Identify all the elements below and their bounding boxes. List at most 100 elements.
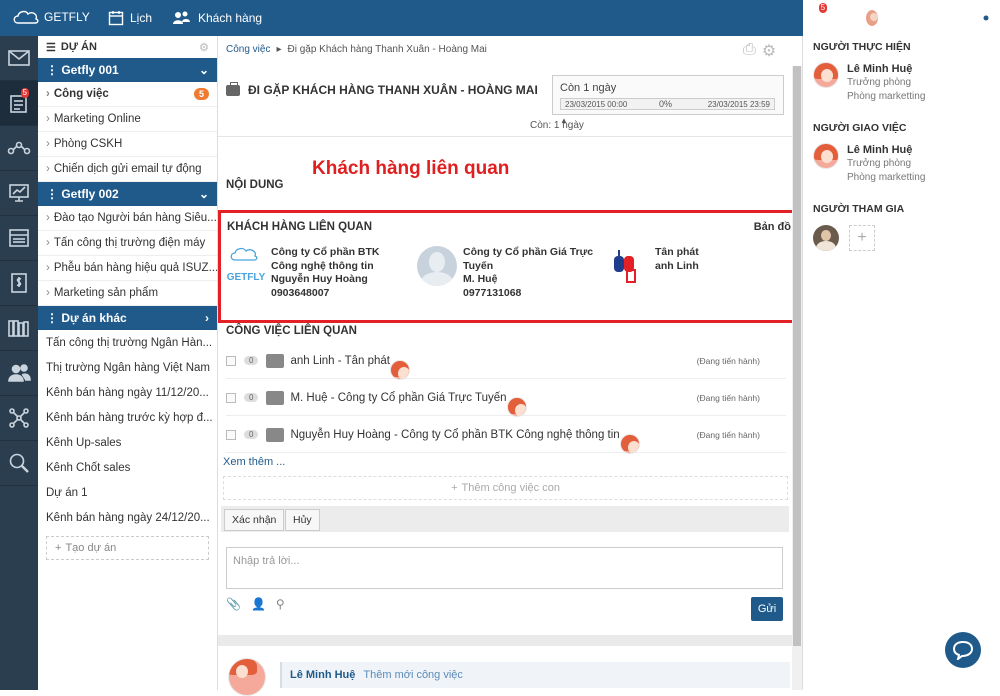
task-title-text: ĐI GẶP KHÁCH HÀNG THANH XUÂN - HOÀNG MAI — [248, 83, 538, 97]
see-more-link[interactable]: Xem thêm ... — [223, 456, 285, 468]
comment-count: 0 — [244, 393, 259, 402]
chat-button[interactable] — [831, 0, 859, 36]
rail-share[interactable] — [0, 396, 38, 441]
sidebar-item-other[interactable]: Kênh bán hàng ngày 11/12/20... — [38, 380, 217, 405]
person-name: Lê Minh Huệ — [847, 144, 913, 156]
customer-card[interactable]: GETFLY Công ty Cổ phần BTK Công nghệ thô… — [227, 246, 380, 300]
rail-presentation[interactable] — [0, 171, 38, 216]
sidebar-item-label: Công việc — [53, 88, 109, 100]
print-icon[interactable]: ⎙ — [743, 41, 756, 61]
breadcrumb-root[interactable]: Công việc — [226, 44, 270, 55]
briefcase-icon — [226, 81, 240, 96]
reply-tabs: Xác nhận Hủy — [221, 506, 789, 532]
calendar-icon — [108, 11, 124, 26]
add-participant-button[interactable]: + — [849, 225, 875, 251]
task-status: (Đang tiến hành) — [696, 355, 760, 366]
sidebar-group-getfly-002[interactable]: ⋮ Getfly 002 ⌄ — [38, 182, 217, 206]
rail-work[interactable]: 5 — [0, 81, 38, 126]
task-title[interactable]: M. Huệ - Công ty Cổ phần Giá Trực Tuyến — [290, 392, 506, 404]
help-icon: ? — [948, 8, 968, 28]
sidebar-item-cong-viec[interactable]: › Công việc 5 — [38, 82, 217, 107]
sidebar-group-getfly-001[interactable]: ⋮ Getfly 001 ⌄ — [38, 58, 217, 82]
sidebar-item-other[interactable]: Kênh bán hàng ngày 24/12/20... — [38, 505, 217, 530]
add-subtask-label: Thêm công việc con — [461, 482, 560, 494]
sidebar-item-marketing-online[interactable]: › Marketing Online — [38, 107, 217, 132]
customer-name-line2: Công nghệ thông tin — [271, 259, 374, 272]
create-project-button[interactable]: + Tạo dự án — [46, 536, 209, 560]
rail-search[interactable] — [0, 441, 38, 486]
send-button[interactable]: Gửi — [751, 597, 783, 621]
task-checkbox[interactable] — [226, 355, 236, 366]
sidebar-item-other[interactable]: Tấn công thị trường Ngân Hàn... — [38, 330, 217, 355]
customers-label: Khách hàng — [198, 11, 263, 25]
task-status: (Đang tiến hành) — [696, 429, 760, 440]
rail-mail[interactable] — [0, 36, 38, 81]
app-logo[interactable]: GETFLY — [12, 8, 90, 26]
task-row[interactable]: 0 anh Linh - Tân phát (Đang tiến hành) — [226, 343, 786, 380]
location-icon[interactable]: ⚲ — [276, 597, 285, 611]
add-subtask-button[interactable]: + Thêm công việc con — [223, 476, 788, 500]
share-icon — [9, 408, 29, 428]
rail-report[interactable] — [0, 216, 38, 261]
assigner-person[interactable]: Lê Minh Huệ Trưởng phòng Phòng markettin… — [813, 143, 925, 185]
task-settings-icon[interactable]: ⚙ — [762, 41, 776, 61]
sidebar-settings-icon[interactable]: ⚙ — [199, 41, 209, 54]
customer-card[interactable]: Tân phát anh Linh — [611, 246, 699, 286]
rail-network[interactable] — [0, 126, 38, 171]
help-button[interactable]: ? — [944, 0, 972, 36]
notification-button[interactable]: 5 — [803, 0, 831, 36]
rail-finance[interactable] — [0, 261, 38, 306]
customer-card[interactable]: Công ty Cổ phần Giá Trực Tuyến M. Huệ 09… — [417, 246, 593, 300]
participant-avatar[interactable] — [813, 225, 839, 251]
settings-button[interactable] — [972, 0, 1000, 36]
customers-nav[interactable]: Khách hàng — [172, 10, 262, 26]
rail-library[interactable] — [0, 306, 38, 351]
assignee-person[interactable]: Lê Minh Huệ Trưởng phòng Phòng markettin… — [813, 62, 925, 104]
calendar-nav[interactable]: Lịch — [108, 10, 152, 26]
gear-icon — [976, 8, 996, 28]
sidebar-item-product-marketing[interactable]: › Marketing sản phẩm — [38, 281, 217, 306]
task-row[interactable]: 0 Nguyễn Huy Hoàng - Công ty Cổ phần BTK… — [226, 417, 786, 454]
related-customers-title: KHÁCH HÀNG LIÊN QUAN — [227, 221, 373, 233]
sidebar-item-funnel[interactable]: › Phễu bán hàng hiệu quả ISUZ... — [38, 256, 217, 281]
sidebar-item-label: Phòng CSKH — [53, 138, 123, 150]
assigner-title: NGƯỜI GIAO VIỆC — [813, 122, 907, 134]
assignee-title: NGƯỜI THỰC HIỆN — [813, 41, 911, 53]
sidebar-item-other[interactable]: Kênh Up-sales — [38, 430, 217, 455]
marker-icon: ▲ — [560, 116, 568, 125]
map-link[interactable]: Bản đồ — [754, 221, 791, 233]
chat-bubble-button[interactable] — [945, 632, 981, 668]
sidebar-item-email-campaign[interactable]: › Chiến dịch gửi email tự động — [38, 157, 217, 182]
sidebar-item-other[interactable]: Thị trường Ngân hàng Việt Nam — [38, 355, 217, 380]
related-customers-section: KHÁCH HÀNG LIÊN QUAN Bản đồ GETFLY Công … — [218, 210, 802, 323]
task-title[interactable]: anh Linh - Tân phát — [290, 355, 390, 367]
rail-people[interactable] — [0, 351, 38, 396]
customer-name: Công ty Cổ phần BTK — [271, 246, 380, 258]
task-row[interactable]: 0 M. Huệ - Công ty Cổ phần Giá Trực Tuyế… — [226, 380, 786, 417]
user-menu[interactable]: Lê Minh Huệ — [859, 7, 944, 29]
end-time: 23/03/2015 23:59 — [707, 100, 770, 109]
work-badge: 5 — [20, 88, 29, 98]
reply-input[interactable]: Nhập trả lời... — [226, 547, 783, 589]
scrollbar[interactable] — [792, 66, 802, 690]
task-checkbox[interactable] — [226, 392, 236, 403]
plus-icon: + — [55, 542, 62, 554]
sidebar-header: ☰ DỰ ÁN ⚙ — [38, 36, 217, 58]
attachment-icon[interactable]: 📎 — [226, 597, 241, 611]
sidebar-item-other[interactable]: Dự án 1 — [38, 480, 217, 505]
customer-contact: Nguyễn Huy Hoàng — [271, 273, 368, 285]
sidebar-item-training[interactable]: › Đào tạo Người bán hàng Siêu... — [38, 206, 217, 231]
sidebar-group-other[interactable]: ⋮ Dự án khác › — [38, 306, 217, 330]
activity-user[interactable]: Lê Minh Huệ — [290, 669, 355, 681]
sidebar-item-phong-cskh[interactable]: › Phòng CSKH — [38, 132, 217, 157]
sidebar-item-electronics[interactable]: › Tấn công thị trường điện máy — [38, 231, 217, 256]
task-title[interactable]: Nguyễn Huy Hoàng - Công ty Cổ phần BTK C… — [290, 429, 619, 441]
sidebar-item-other[interactable]: Kênh bán hàng trước kỳ hợp đ... — [38, 405, 217, 430]
sidebar-title: DỰ ÁN — [60, 41, 97, 53]
sidebar-item-other[interactable]: Kênh Chốt sales — [38, 455, 217, 480]
task-checkbox[interactable] — [226, 429, 236, 440]
tab-confirm[interactable]: Xác nhận — [224, 509, 285, 531]
default-avatar-icon — [417, 246, 457, 286]
tab-cancel[interactable]: Hủy — [285, 509, 320, 531]
add-person-icon[interactable]: 👤 — [251, 597, 266, 611]
